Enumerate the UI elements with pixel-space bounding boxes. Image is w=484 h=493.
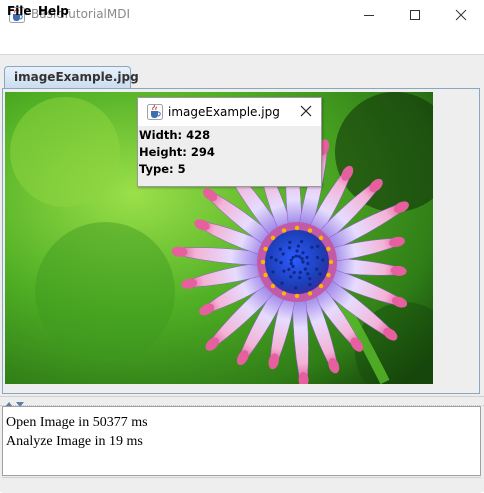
- log-line: Open Image in 50377 ms: [6, 415, 148, 430]
- split-pane-divider[interactable]: [0, 396, 484, 406]
- info-frame-close-button[interactable]: [298, 103, 314, 119]
- info-height: Height: 294: [139, 145, 215, 159]
- close-icon: [455, 9, 467, 21]
- split-arrows-icon[interactable]: [3, 397, 27, 407]
- maximize-icon: [410, 10, 420, 20]
- info-frame-title: imageExample.jpg: [168, 105, 280, 119]
- menu-help[interactable]: Help: [38, 4, 69, 18]
- minimize-icon: [364, 15, 374, 16]
- menu-bar: [0, 30, 484, 55]
- close-icon: [300, 105, 312, 117]
- status-bar: [2, 477, 481, 493]
- log-line: Analyze Image in 19 ms: [6, 434, 143, 449]
- maximize-button[interactable]: [392, 0, 438, 30]
- info-type: Type: 5: [139, 162, 186, 176]
- info-width: Width: 428: [139, 128, 211, 142]
- minimize-button[interactable]: [346, 0, 392, 30]
- close-button[interactable]: [438, 0, 484, 30]
- tab-label: imageExample.jpg: [14, 70, 139, 84]
- menu-file[interactable]: File: [7, 4, 32, 18]
- java-cup-icon: [147, 104, 163, 120]
